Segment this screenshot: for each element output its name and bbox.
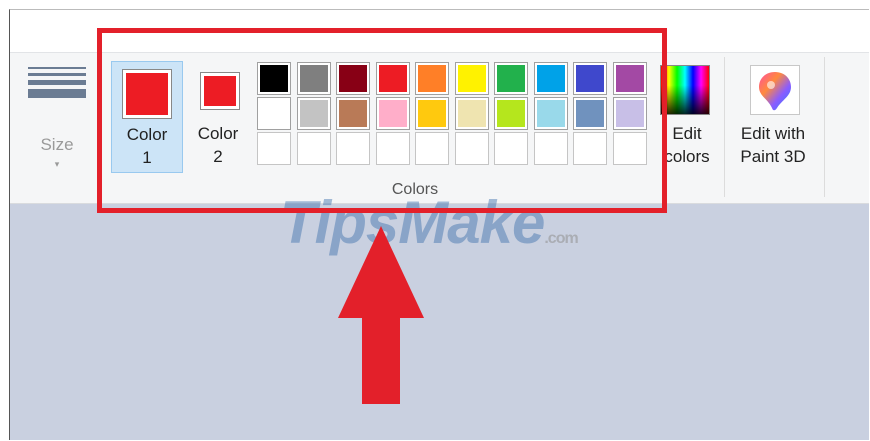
up-arrow-icon <box>338 226 424 411</box>
chevron-down-icon: ▾ <box>54 159 60 169</box>
size-lines-icon <box>28 67 88 102</box>
paint3d-icon <box>750 65 800 115</box>
size-button[interactable]: Size ▾ <box>24 63 90 183</box>
paint3d-label-1: Edit with <box>740 124 806 143</box>
ribbon-separator <box>824 57 825 197</box>
size-label: Size <box>40 135 74 154</box>
highlight-box <box>97 28 667 213</box>
edit-with-paint3d-button[interactable]: Edit with Paint 3D <box>730 63 816 183</box>
ribbon-separator <box>724 57 725 197</box>
paint3d-label-2: Paint 3D <box>740 147 806 166</box>
color-spectrum-icon <box>660 65 710 115</box>
